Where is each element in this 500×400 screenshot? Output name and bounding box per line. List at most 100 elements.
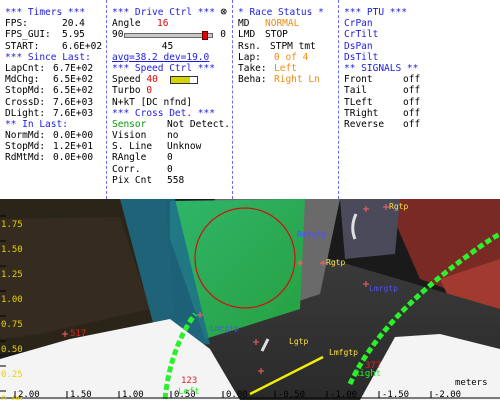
beha-label: Beha: (238, 74, 267, 86)
lap-label: Lap: (238, 51, 261, 63)
drive-ctrl-panel: *** Drive Ctrl *** ⊗ Angle 16 90 0 45 avg… (107, 0, 233, 199)
start-label: START: (5, 40, 40, 52)
corr-value: 0 (167, 163, 173, 175)
fps-value: 20.4 (62, 18, 85, 30)
ptu-title: *** PTU *** (344, 7, 407, 18)
fps-label: FPS: (5, 18, 28, 30)
ptu-item-dspan[interactable]: DsPan (344, 41, 500, 52)
signal-reverse-value: off (403, 118, 421, 130)
angle-slider[interactable]: 90 0 (112, 29, 233, 41)
mdchg-value: 6.5E+02 (53, 74, 94, 86)
x-tick-label: 1.00 (122, 390, 144, 400)
ptu-item-dstilt[interactable]: DsTilt (344, 52, 500, 63)
lane-label-left: Left (178, 387, 200, 397)
ptu-item-crpan[interactable]: CrPan (344, 18, 500, 29)
signal-tleft-value: off (403, 96, 421, 108)
waypoint-rgtp: Rgtp (326, 258, 345, 267)
signal-front-value: off (403, 74, 421, 86)
y-tick-label: 0.25 (1, 370, 23, 380)
angle-slider-knob[interactable] (202, 31, 209, 41)
x-tick-label: 1.50 (70, 390, 92, 400)
turbo-value: 0 (146, 85, 153, 97)
avg-dev-readout: avg=38.2 dev=19.0 (112, 51, 210, 63)
in-last-header: ** In Last: (5, 118, 68, 130)
close-icon[interactable]: ⊗ (220, 6, 227, 17)
y-tick-label: 1.75 (1, 220, 23, 230)
start-value: 6.6E+02 (62, 40, 103, 52)
signal-tail-label: Tail (344, 85, 367, 97)
stopmd-label: StopMd: (5, 85, 46, 97)
turbo-label: Turbo (112, 85, 141, 97)
y-tick-label: 0.75 (1, 320, 23, 330)
ptu-item-crtilt[interactable]: CrTilt (344, 29, 500, 40)
sensor-label: Sensor (112, 118, 147, 130)
lapcnt-value: 6.7E+02 (53, 62, 94, 74)
crossd-value: 7.6E+03 (53, 96, 94, 108)
angle-slider-max: 0 (220, 29, 226, 41)
stopmd-in-last-value: 1.2E+01 (53, 141, 94, 153)
signal-tleft-label: TLeft (344, 96, 373, 108)
rsn-value: STPM tmt (270, 40, 316, 52)
stopmd-in-last-label: StopMd: (5, 141, 46, 153)
beha-value: Right Ln (274, 74, 320, 86)
dlight-label: DLight: (5, 107, 46, 119)
lmd-label: LMD (238, 29, 256, 41)
angle-slider-center: 45 (161, 40, 174, 52)
waypoint-rgtp-top: Rgtp (389, 202, 408, 211)
fps-gui-value: 5.95 (62, 29, 85, 41)
speed-bar (169, 75, 198, 84)
point-label-517: 517 (70, 329, 86, 339)
corr-label: Corr. (112, 163, 141, 175)
nkt-status: N+kT [DC nfnd] (112, 96, 193, 108)
rdmtmd-label: RdMtMd: (5, 152, 46, 164)
waypoint-rmfgtp: Rmfgtp (297, 230, 326, 239)
mdchg-label: MdChg: (5, 74, 40, 86)
speed-bar-fill (170, 76, 191, 83)
axis-unit-label: meters (455, 378, 488, 388)
pix-cnt-value: 558 (167, 174, 185, 186)
stopmd-value: 6.5E+02 (53, 85, 94, 97)
timers-panel: *** Timers *** FPS: 20.4 FPS_GUI: 5.95 STA… (0, 0, 107, 199)
md-label: MD (238, 18, 250, 30)
drive-ctrl-title: *** Drive Ctrl *** (112, 7, 215, 18)
signal-front-label: Front (344, 74, 373, 86)
signal-tright-label: TRight (344, 107, 379, 119)
timers-title: *** Timers *** (5, 7, 86, 18)
speed-ctrl-header: *** Speed Ctrl *** (112, 62, 215, 74)
y-tick-label: 1.50 (1, 245, 23, 255)
dlight-value: 7.6E+03 (53, 107, 94, 119)
rangle-label: RAngle (112, 152, 147, 164)
cross-det-header: *** Cross Det. *** (112, 107, 215, 119)
since-last-header: *** Since Last: (5, 51, 91, 63)
race-status-panel: * Race Status * MD NORMAL LMD STOP Rsn. STP… (233, 0, 339, 199)
y-tick-label: 1.00 (1, 295, 23, 305)
signal-tail-value: off (403, 85, 421, 97)
crossd-label: CrossD: (5, 96, 46, 108)
speed-value: 40 (146, 74, 158, 86)
y-tick-label: 0.50 (1, 345, 23, 355)
signals-header: ** SIGNALS ** (344, 62, 419, 74)
angle-value: 16 (157, 18, 169, 30)
sensor-value: Not Detect. (167, 118, 230, 130)
s-line-label: S. Line (112, 141, 153, 153)
angle-slider-min: 90 (112, 29, 124, 41)
angle-label: Angle (112, 18, 141, 30)
x-tick-label: -1.00 (330, 390, 357, 400)
camera-view[interactable]: 1.75 1.50 1.25 1.00 0.75 0.50 0.25 0.00 2.00 1.5… (0, 199, 500, 400)
lane-label-right: Right (354, 369, 381, 379)
signal-tright-value: off (403, 107, 421, 119)
vision-label: Vision (112, 130, 147, 142)
ptu-panel: *** PTU *** CrPan CrTilt DsPan DsTilt **… (339, 0, 500, 199)
lmd-value: STOP (265, 29, 288, 41)
waypoint-lmrgtp: Lmrgtp (369, 284, 398, 293)
normmd-label: NormMd: (5, 130, 46, 142)
x-tick-label: -0.50 (278, 390, 305, 400)
pix-cnt-label: Pix Cnt (112, 174, 153, 186)
take-label: Take: (238, 62, 267, 74)
speed-label: Speed (112, 74, 141, 86)
race-status-title: * Race Status * (238, 7, 324, 18)
x-tick-label: 0.00 (226, 390, 248, 400)
waypoint-lgtp: Lgtp (289, 337, 308, 346)
x-tick-label: -2.00 (434, 390, 461, 400)
rsn-label: Rsn. (238, 40, 261, 52)
